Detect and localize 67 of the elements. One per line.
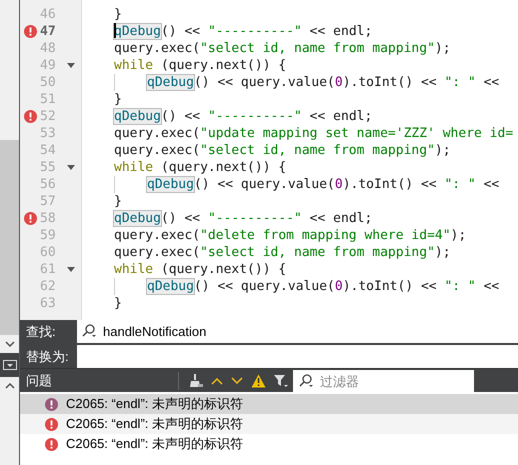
problem-text: C2065: “endl”: 未声明的标识符	[66, 435, 243, 454]
problem-row[interactable]: C2065: “endl”: 未声明的标识符	[20, 394, 518, 414]
code-line: while (query.next()) {	[114, 56, 286, 75]
error-icon	[45, 418, 58, 430]
scroll-down-button[interactable]	[0, 335, 19, 353]
line-number: 56	[40, 176, 57, 194]
search-icon	[82, 324, 97, 338]
code-line: query.exec("select id, name from mapping");	[114, 40, 451, 58]
line-number: 54	[40, 142, 57, 160]
code-line: qDebug() << "----------" << endl;	[114, 108, 372, 126]
fold-arrow-icon[interactable]	[67, 165, 75, 170]
find-label: 查找:	[25, 322, 57, 341]
problem-row[interactable]: C2065: “endl”: 未声明的标识符	[20, 414, 518, 434]
problem-text: C2065: “endl”: 未声明的标识符	[66, 415, 243, 434]
chevron-down-icon	[4, 341, 14, 347]
code-line: qDebug() << "----------" << endl;	[114, 22, 372, 41]
code-line: qDebug() << "----------" << endl;	[114, 210, 372, 228]
fold-arrow-icon[interactable]	[67, 63, 75, 68]
panel-title: 问题	[25, 372, 53, 390]
line-number: 49	[40, 56, 57, 75]
filter-field[interactable]: 过滤器	[293, 370, 474, 392]
replace-field[interactable]	[77, 345, 518, 368]
filter-icon[interactable]	[274, 374, 289, 388]
line-number: 46	[40, 6, 57, 24]
code-line: while (query.next()) {	[114, 158, 286, 177]
replace-label: 替换为:	[25, 348, 70, 366]
scrollbar-thumb[interactable]	[0, 140, 19, 335]
code-line: }	[114, 90, 122, 109]
find-field[interactable]: handleNotification	[77, 320, 518, 343]
line-number: 61	[40, 260, 57, 279]
fold-arrow-icon[interactable]	[67, 267, 75, 272]
broom-icon[interactable]	[189, 374, 203, 388]
line-number: 62	[40, 278, 57, 296]
line-number: 55	[40, 158, 57, 177]
chevron-up-icon[interactable]	[211, 376, 223, 384]
line-number: 60	[40, 244, 57, 262]
code-line: qDebug() << query.value(0).toInt() << ": " <<	[147, 74, 500, 92]
code-line: qDebug() << query.value(0).toInt() << ": " <<	[147, 278, 500, 296]
line-number: 58	[40, 210, 57, 228]
code-line: while (query.next()) {	[114, 260, 286, 279]
line-number: 48	[40, 40, 57, 58]
code-line: query.exec("delete from mapping where id=4");	[114, 226, 466, 245]
line-number: 53	[40, 124, 57, 143]
code-line: }	[114, 6, 122, 24]
search-icon	[299, 374, 314, 388]
line-number: 57	[40, 192, 57, 211]
code-line: query.exec("update mapping set name='ZZZ' where id=	[114, 124, 514, 143]
chevron-up-icon	[4, 383, 14, 389]
scroll-up-button[interactable]	[0, 377, 19, 395]
chevron-down-icon[interactable]	[231, 376, 243, 384]
code-line: }	[114, 294, 122, 313]
code-line: query.exec("select id, name from mapping");	[114, 142, 451, 160]
warning-icon[interactable]	[251, 374, 266, 388]
line-number: 47	[40, 22, 57, 41]
error-icon	[45, 398, 58, 410]
line-number: 52	[40, 108, 57, 126]
problem-text: C2065: “endl”: 未声明的标识符	[66, 395, 243, 414]
line-number: 63	[40, 294, 57, 313]
line-number: 50	[40, 74, 57, 92]
text-cursor	[114, 22, 116, 38]
code-line: }	[114, 192, 122, 211]
line-number: 59	[40, 226, 57, 245]
line-number: 51	[40, 90, 57, 109]
code-line: query.exec("select id, name from mapping");	[114, 244, 451, 262]
error-icon	[45, 438, 58, 450]
code-line: qDebug() << query.value(0).toInt() << ": " <<	[147, 176, 500, 194]
panel-toggle-icon[interactable]	[2, 360, 16, 370]
